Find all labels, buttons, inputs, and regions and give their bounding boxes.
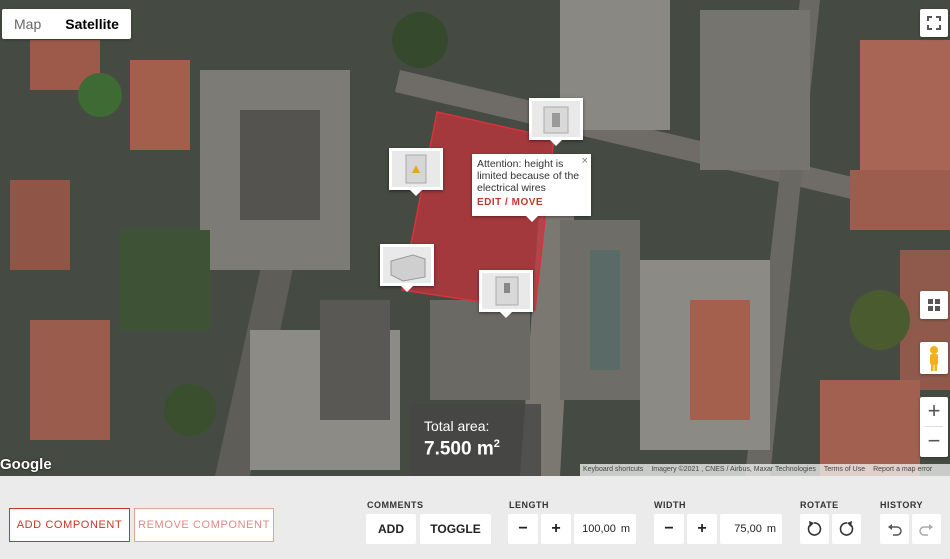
- length-input[interactable]: 100,00 m: [574, 514, 636, 544]
- width-decrease-button[interactable]: −: [654, 514, 684, 544]
- width-label: WIDTH: [654, 500, 686, 510]
- total-area-label: Total area:: [424, 418, 490, 434]
- component-marker-booth[interactable]: [479, 270, 533, 318]
- component-marker-cabin[interactable]: [529, 98, 583, 146]
- zoom-control: + −: [920, 397, 948, 457]
- zoom-in-button[interactable]: +: [920, 397, 948, 425]
- street-view-pegman[interactable]: [920, 342, 948, 374]
- rotate-cw-icon: [839, 521, 854, 536]
- keyboard-shortcuts-link[interactable]: Keyboard shortcuts: [583, 464, 643, 476]
- fullscreen-icon: [927, 16, 941, 30]
- popup-message: Attention: height is limited because of …: [477, 158, 580, 194]
- editor-toolbar: ADD COMPONENT REMOVE COMPONENT COMMENTS …: [0, 476, 950, 559]
- comments-label: COMMENTS: [367, 500, 424, 510]
- satellite-map[interactable]: Map Satellite × Attention: height is lim…: [0, 0, 950, 476]
- add-component-button[interactable]: ADD COMPONENT: [9, 508, 130, 542]
- edit-move-link[interactable]: EDIT / MOVE: [477, 197, 586, 209]
- layers-button[interactable]: [920, 291, 948, 319]
- fullscreen-button[interactable]: [920, 9, 948, 37]
- pegman-icon: [930, 346, 938, 371]
- cabin-icon: [543, 106, 569, 134]
- terms-link[interactable]: Terms of Use: [824, 464, 865, 476]
- rotate-left-button[interactable]: [800, 514, 829, 544]
- component-marker-electrical[interactable]: [389, 148, 443, 196]
- component-info-popup: × Attention: height is limited because o…: [472, 154, 591, 222]
- width-increase-button[interactable]: +: [687, 514, 717, 544]
- redo-button[interactable]: [912, 514, 941, 544]
- popup-close-icon[interactable]: ×: [582, 155, 588, 167]
- google-logo: Google: [0, 456, 52, 473]
- history-label: HISTORY: [880, 500, 924, 510]
- toggle-comments-button[interactable]: TOGGLE: [420, 514, 491, 544]
- length-increase-button[interactable]: +: [541, 514, 571, 544]
- length-label: LENGTH: [509, 500, 549, 510]
- remove-component-button[interactable]: REMOVE COMPONENT: [134, 508, 274, 542]
- undo-button[interactable]: [880, 514, 909, 544]
- container-icon: [390, 254, 426, 282]
- rotate-label: ROTATE: [800, 500, 839, 510]
- add-comment-button[interactable]: ADD: [366, 514, 416, 544]
- map-type-map[interactable]: Map: [2, 9, 53, 39]
- redo-icon: [919, 524, 933, 536]
- booth-icon: [495, 276, 519, 306]
- total-area-panel: Total area: 7.500 m2: [410, 404, 541, 476]
- report-error-link[interactable]: Report a map error: [873, 464, 932, 476]
- electrical-box-icon: [405, 154, 427, 184]
- rotate-right-button[interactable]: [832, 514, 861, 544]
- length-decrease-button[interactable]: −: [508, 514, 538, 544]
- map-attribution: Keyboard shortcuts Imagery ©2021 , CNES …: [580, 464, 950, 476]
- zoom-out-button[interactable]: −: [920, 427, 948, 455]
- undo-icon: [888, 524, 902, 536]
- rotate-ccw-icon: [807, 521, 822, 536]
- map-type-satellite[interactable]: Satellite: [53, 9, 131, 39]
- component-marker-container[interactable]: [380, 244, 434, 292]
- imagery-credit: Imagery ©2021 , CNES / Airbus, Maxar Tec…: [651, 466, 816, 473]
- total-area-value: 7.500 m2: [424, 438, 500, 460]
- grid-icon: [928, 299, 940, 311]
- width-input[interactable]: 75,00 m: [720, 514, 782, 544]
- map-type-control: Map Satellite: [2, 9, 131, 39]
